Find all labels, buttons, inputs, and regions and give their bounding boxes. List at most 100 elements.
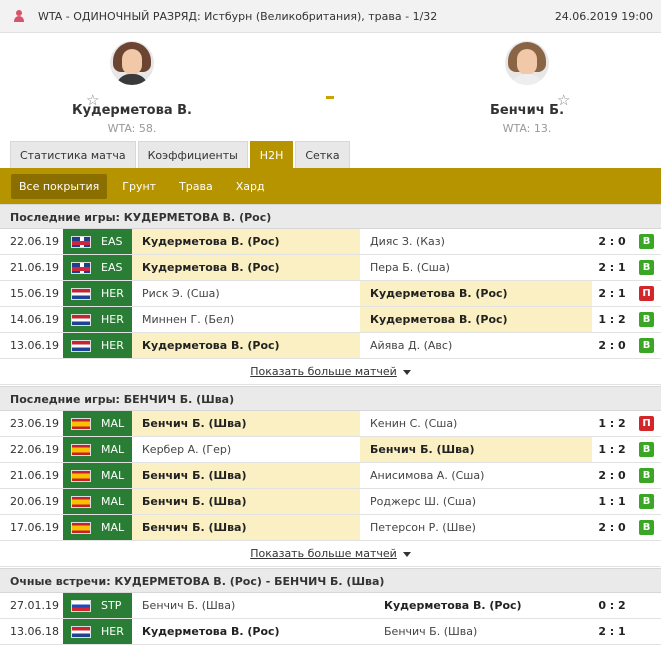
away-player-avatar[interactable] xyxy=(505,41,549,85)
away-team-name[interactable]: Бенчич Б. (Шва) xyxy=(360,437,592,462)
match-row[interactable]: 14.06.19 HER Миннен Г. (Бел) Кудерметова В.… xyxy=(0,307,661,333)
show-more-link[interactable]: Показать больше матчей xyxy=(0,541,661,567)
home-team-name[interactable]: Бенчич Б. (Шва) xyxy=(132,463,360,488)
tournament-code: HER xyxy=(101,625,124,638)
country-flag-icon xyxy=(71,443,91,456)
home-team-name[interactable]: Кудерметова В. (Рос) xyxy=(132,255,360,280)
match-row[interactable]: 15.06.19 HER Риск Э. (Сша) Кудерметова В. (… xyxy=(0,281,661,307)
away-team-name[interactable]: Кудерметова В. (Рос) xyxy=(360,281,592,306)
surface-filter-bar: Все покрытия Грунт Трава Хард xyxy=(0,168,661,204)
away-team-name[interactable]: Анисимова А. (Сша) xyxy=(360,463,592,488)
match-date: 13.06.19 xyxy=(10,339,59,352)
away-team-name[interactable]: Кудерметова В. (Рос) xyxy=(360,307,592,332)
tournament-code: EAS xyxy=(101,261,123,274)
away-team-name[interactable]: Пера Б. (Сша) xyxy=(360,255,592,280)
away-player[interactable]: Бенчич Б. WTA: 13. xyxy=(407,41,647,135)
country-flag-icon xyxy=(71,313,91,326)
home-last-matches: Последние игры: КУДЕРМЕТОВА В. (Рос) 22.… xyxy=(0,204,661,385)
tournament-cell[interactable]: HER xyxy=(63,333,132,358)
home-team-name[interactable]: Кудерметова В. (Рос) xyxy=(132,333,360,358)
favorite-star-icon[interactable]: ☆ xyxy=(557,91,570,109)
match-row[interactable]: 20.06.19 MAL Бенчич Б. (Шва) Роджерс Ш. (Сш… xyxy=(0,489,661,515)
match-row[interactable]: 22.06.19 MAL Кербер А. (Гер) Бенчич Б. (Шва… xyxy=(0,437,661,463)
match-header-bar: WTA - ОДИНОЧНЫЙ РАЗРЯД: Истбурн (Великоб… xyxy=(0,0,661,33)
match-row[interactable]: 27.01.19 STP Бенчич Б. (Шва) Кудерметова В.… xyxy=(0,593,661,619)
show-more-link[interactable]: Показать больше матчей xyxy=(0,359,661,385)
tournament-cell[interactable]: HER xyxy=(63,281,132,306)
tournament-cell[interactable]: MAL xyxy=(63,489,132,514)
chevron-down-icon xyxy=(402,551,411,557)
match-tabs: Статистика матча Коэффициенты H2H Сетка xyxy=(10,141,352,168)
home-team-name[interactable]: Кудерметова В. (Рос) xyxy=(132,619,374,644)
country-flag-icon xyxy=(71,287,91,300)
tournament-cell[interactable]: EAS xyxy=(63,255,132,280)
match-row[interactable]: 21.06.19 EAS Кудерметова В. (Рос) Пера Б. (… xyxy=(0,255,661,281)
home-team-name[interactable]: Бенчич Б. (Шва) xyxy=(132,593,374,618)
match-row[interactable]: 22.06.19 EAS Кудерметова В. (Рос) Дияс З. (… xyxy=(0,229,661,255)
tab-draw[interactable]: Сетка xyxy=(295,141,350,168)
match-row[interactable]: 13.06.18 HER Кудерметова В. (Рос) Бенчич Б.… xyxy=(0,619,661,645)
match-row[interactable]: 23.06.19 MAL Бенчич Б. (Шва) Кенин С. (Сша)… xyxy=(0,411,661,437)
match-score: 2 : 0 xyxy=(598,235,626,248)
country-flag-icon xyxy=(71,417,91,430)
home-team-name[interactable]: Риск Э. (Сша) xyxy=(132,281,360,306)
player-pin-icon xyxy=(14,10,24,22)
home-team-name[interactable]: Миннен Г. (Бел) xyxy=(132,307,360,332)
tournament-cell[interactable]: EAS xyxy=(63,229,132,254)
filter-grass[interactable]: Трава xyxy=(171,174,221,199)
match-date: 22.06.19 xyxy=(10,235,59,248)
tournament-code: MAL xyxy=(101,495,125,508)
match-score: 1 : 2 xyxy=(598,443,626,456)
away-team-name[interactable]: Петерсон Р. (Шве) xyxy=(360,515,592,540)
match-datetime: 24.06.2019 19:00 xyxy=(554,9,653,23)
win-badge: В xyxy=(639,338,654,353)
country-flag-icon xyxy=(71,599,91,612)
home-player[interactable]: Кудерметова В. WTA: 58. xyxy=(12,41,252,135)
tournament-cell[interactable]: STP xyxy=(63,593,132,618)
away-last-matches: Последние игры: БЕНЧИЧ Б. (Шва) 23.06.19… xyxy=(0,386,661,567)
away-team-name[interactable]: Дияс З. (Каз) xyxy=(360,229,592,254)
tournament-code: MAL xyxy=(101,417,125,430)
tournament-code: EAS xyxy=(101,235,123,248)
home-team-name[interactable]: Бенчич Б. (Шва) xyxy=(132,515,360,540)
away-team-name[interactable]: Роджерс Ш. (Сша) xyxy=(360,489,592,514)
tab-odds[interactable]: Коэффициенты xyxy=(137,141,248,168)
home-team-name[interactable]: Бенчич Б. (Шва) xyxy=(132,489,360,514)
match-date: 21.06.19 xyxy=(10,261,59,274)
country-flag-icon xyxy=(71,469,91,482)
filter-clay[interactable]: Грунт xyxy=(114,174,164,199)
tournament-code: HER xyxy=(101,287,124,300)
head-to-head-matches: Очные встречи: КУДЕРМЕТОВА В. (Рос) - БЕ… xyxy=(0,568,661,645)
tab-match-stats[interactable]: Статистика матча xyxy=(10,141,136,168)
match-row[interactable]: 21.06.19 MAL Бенчич Б. (Шва) Анисимова А. (… xyxy=(0,463,661,489)
match-score: 1 : 1 xyxy=(598,495,626,508)
home-team-name[interactable]: Кудерметова В. (Рос) xyxy=(132,229,360,254)
away-player-name[interactable]: Бенчич Б. xyxy=(407,103,647,118)
away-team-name[interactable]: Кудерметова В. (Рос) xyxy=(374,593,592,618)
away-team-name[interactable]: Бенчич Б. (Шва) xyxy=(374,619,592,644)
tab-h2h[interactable]: H2H xyxy=(249,141,294,168)
away-team-name[interactable]: Кенин С. (Сша) xyxy=(360,411,592,436)
filter-hard[interactable]: Хард xyxy=(228,174,273,199)
win-badge: В xyxy=(639,260,654,275)
home-player-avatar[interactable] xyxy=(110,41,154,85)
country-flag-icon xyxy=(71,235,91,248)
home-team-name[interactable]: Бенчич Б. (Шва) xyxy=(132,411,360,436)
tournament-cell[interactable]: HER xyxy=(63,307,132,332)
tournament-cell[interactable]: HER xyxy=(63,619,132,644)
tournament-cell[interactable]: MAL xyxy=(63,463,132,488)
match-date: 13.06.18 xyxy=(10,625,59,638)
tournament-cell[interactable]: MAL xyxy=(63,411,132,436)
tournament-title[interactable]: WTA - ОДИНОЧНЫЙ РАЗРЯД: Истбурн (Великоб… xyxy=(38,10,555,23)
match-row[interactable]: 13.06.19 HER Кудерметова В. (Рос) Айява Д. … xyxy=(0,333,661,359)
match-row[interactable]: 17.06.19 MAL Бенчич Б. (Шва) Петерсон Р. (Ш… xyxy=(0,515,661,541)
filter-all-surfaces[interactable]: Все покрытия xyxy=(11,173,108,199)
match-score: 1 : 2 xyxy=(598,313,626,326)
tournament-cell[interactable]: MAL xyxy=(63,437,132,462)
away-player-rank: WTA: 13. xyxy=(502,122,552,135)
home-team-name[interactable]: Кербер А. (Гер) xyxy=(132,437,360,462)
away-team-name[interactable]: Айява Д. (Авс) xyxy=(360,333,592,358)
home-player-name[interactable]: Кудерметова В. xyxy=(12,103,252,118)
match-date: 23.06.19 xyxy=(10,417,59,430)
tournament-cell[interactable]: MAL xyxy=(63,515,132,540)
